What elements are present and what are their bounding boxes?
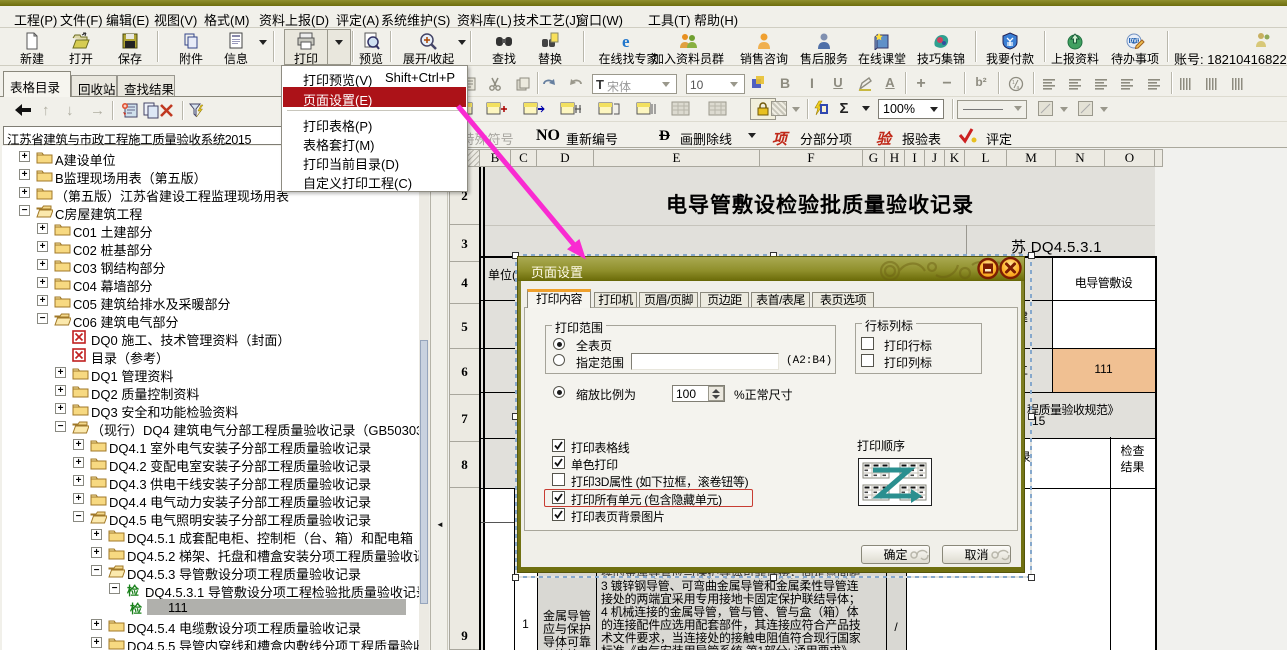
svg-text:1: 1 — [1012, 80, 1015, 86]
svg-text:e: e — [622, 32, 630, 50]
svg-text:a: a — [1017, 85, 1020, 91]
